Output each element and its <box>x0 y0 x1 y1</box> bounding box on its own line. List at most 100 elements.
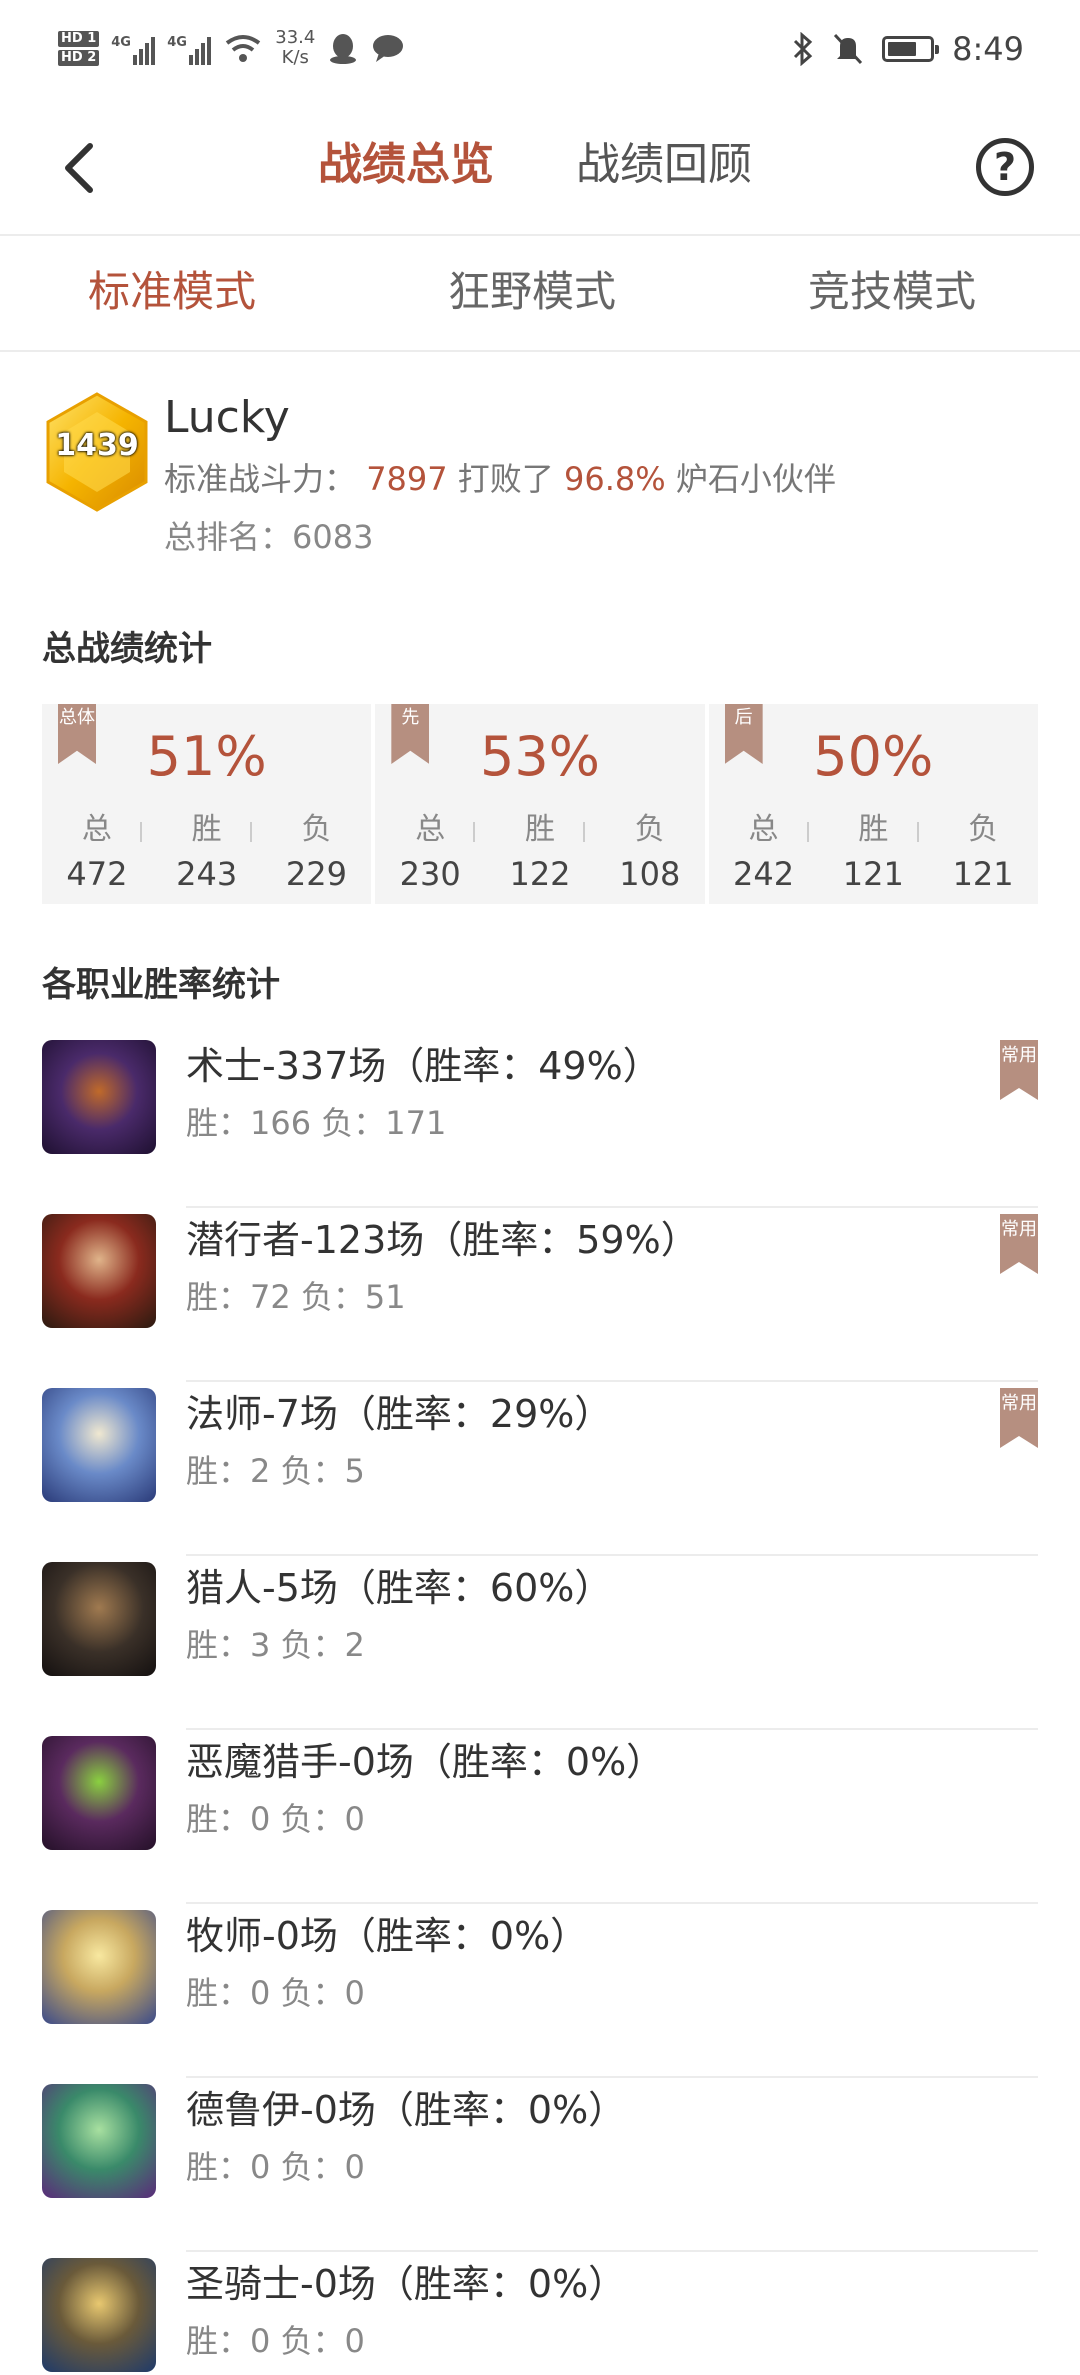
mage-avatar <box>42 1388 156 1502</box>
value-loss: 121 <box>952 855 1014 893</box>
battery-icon <box>882 36 940 62</box>
class-title: 法师-7场（胜率：29%） <box>186 1392 613 1436</box>
frequent-badge: 常用 <box>1000 1388 1038 1448</box>
value-win: 243 <box>176 855 238 893</box>
class-stats-title: 各职业胜率统计 <box>42 965 280 1005</box>
profile-section: 1439 Lucky 标准战斗力： 7897 打败了 96.8% 炉石小伙伴 总… <box>42 390 1042 570</box>
demon-hunter-avatar <box>42 1736 156 1850</box>
value-win: 122 <box>509 855 571 893</box>
value-total: 472 <box>66 855 128 893</box>
hd-indicator: HD 1 HD 2 <box>58 30 100 66</box>
value-loss: 229 <box>285 855 347 893</box>
beat-suffix: 炉石小伙伴 <box>675 460 836 498</box>
help-icon[interactable]: ? <box>976 138 1034 196</box>
class-detail: 胜：0 负：0 <box>186 2322 365 2360</box>
value-total: 242 <box>733 855 795 893</box>
network-type-1: 4G <box>111 35 131 50</box>
class-list: 术士-337场（胜率：49%） 胜：166 负：171 常用 潜行者-123场（… <box>42 1034 1038 2375</box>
class-item-priest[interactable]: 牧师-0场（胜率：0%） 胜：0 负：0 <box>42 1904 1038 2078</box>
mode-tabs: 标准模式 狂野模式 竞技模式 <box>0 238 1080 352</box>
class-title: 猎人-5场（胜率：60%） <box>186 1566 613 1610</box>
win-rate: 53% <box>479 725 600 788</box>
stat-card-first: 先 53% 总 胜 负 230 122 108 <box>375 704 705 904</box>
power-label: 标准战斗力： <box>164 460 357 498</box>
class-detail: 胜：72 负：51 <box>186 1278 406 1316</box>
frequent-badge: 常用 <box>1000 1040 1038 1100</box>
class-item-hunter[interactable]: 猎人-5场（胜率：60%） 胜：3 负：2 <box>42 1556 1038 1730</box>
clock: 8:49 <box>952 30 1024 68</box>
class-detail: 胜：0 负：0 <box>186 1800 365 1838</box>
tab-wild-mode[interactable]: 狂野模式 <box>448 262 616 322</box>
beat-label: 打败了 <box>457 460 554 498</box>
class-item-rogue[interactable]: 潜行者-123场（胜率：59%） 胜：72 负：51 常用 <box>42 1208 1038 1382</box>
label-total: 总 <box>748 812 779 847</box>
label-win: 胜 <box>858 812 889 847</box>
paladin-avatar <box>42 2258 156 2372</box>
total-rank-label: 总排名： <box>164 518 293 556</box>
stat-card-overall: 总体 51% 总 胜 负 472 243 229 <box>42 704 372 904</box>
label-loss: 负 <box>301 812 332 847</box>
total-rank: 总排名：6083 <box>164 514 373 560</box>
hunter-avatar <box>42 1562 156 1676</box>
mute-icon <box>834 33 863 65</box>
class-title: 圣骑士-0场（胜率：0%） <box>186 2262 627 2306</box>
tab-review[interactable]: 战绩回顾 <box>576 130 752 200</box>
tab-arena-mode[interactable]: 竞技模式 <box>808 262 976 322</box>
power-value: 7897 <box>366 460 448 498</box>
priest-avatar <box>42 1910 156 2024</box>
class-detail: 胜：3 负：2 <box>186 1626 365 1664</box>
overall-stats-title: 总战绩统计 <box>42 629 212 669</box>
wifi-icon <box>226 35 261 62</box>
player-name: Lucky <box>164 392 290 443</box>
speed-value: 33.4 <box>275 27 316 48</box>
class-detail: 胜：0 负：0 <box>186 1974 365 2012</box>
class-item-demon-hunter[interactable]: 恶魔猎手-0场（胜率：0%） 胜：0 负：0 <box>42 1730 1038 1904</box>
label-win: 胜 <box>525 812 555 847</box>
label-loss: 负 <box>968 812 999 847</box>
class-title: 德鲁伊-0场（胜率：0%） <box>186 2088 627 2132</box>
class-detail: 胜：166 负：171 <box>186 1104 447 1142</box>
label-loss: 负 <box>634 812 665 847</box>
warlock-avatar <box>42 1040 156 1154</box>
network-type-2: 4G <box>167 35 187 50</box>
label-win: 胜 <box>191 812 222 847</box>
class-title: 潜行者-123场（胜率：59%） <box>186 1218 699 1262</box>
beat-value: 96.8% <box>563 460 666 498</box>
rogue-avatar <box>42 1214 156 1328</box>
value-win: 121 <box>842 855 904 893</box>
speed-unit: K/s <box>281 47 309 68</box>
class-detail: 胜：0 负：0 <box>186 2148 365 2186</box>
win-rate: 50% <box>813 725 934 788</box>
class-detail: 胜：2 负：5 <box>186 1452 365 1490</box>
class-title: 术士-337场（胜率：49%） <box>186 1044 661 1088</box>
back-icon[interactable] <box>56 140 102 196</box>
top-header: 战绩总览 战绩回顾 ? <box>0 100 1080 236</box>
class-item-warlock[interactable]: 术士-337场（胜率：49%） 胜：166 负：171 常用 <box>42 1034 1038 1208</box>
class-item-paladin[interactable]: 圣骑士-0场（胜率：0%） 胜：0 负：0 <box>42 2252 1038 2375</box>
value-loss: 108 <box>619 855 681 893</box>
hd1-label: HD 1 <box>58 30 100 47</box>
power-line: 标准战斗力： 7897 打败了 96.8% 炉石小伙伴 <box>164 456 836 502</box>
overall-stats-cards: 总体 51% 总 胜 负 472 243 229 先 53% 总 胜 负 230… <box>42 704 1038 904</box>
qq-icon <box>330 34 357 64</box>
label-total: 总 <box>415 812 446 847</box>
label-total: 总 <box>81 812 112 847</box>
class-item-mage[interactable]: 法师-7场（胜率：29%） 胜：2 负：5 常用 <box>42 1382 1038 1556</box>
signal-icon: 4G <box>111 31 156 65</box>
frequent-badge: 常用 <box>1000 1214 1038 1274</box>
hd2-label: HD 2 <box>58 49 100 66</box>
value-total: 230 <box>399 855 461 893</box>
network-speed: 33.4 K/s <box>275 28 315 68</box>
tab-standard-mode[interactable]: 标准模式 <box>88 262 256 322</box>
signal-icon-2: 4G <box>167 31 212 65</box>
status-bar: HD 1 HD 2 4G 4G 33.4 K/s 8:49 <box>0 0 1080 100</box>
stat-card-second: 后 50% 总 胜 负 242 121 121 <box>708 704 1038 904</box>
tab-overview[interactable]: 战绩总览 <box>318 130 494 200</box>
message-icon <box>373 35 404 62</box>
class-title: 牧师-0场（胜率：0%） <box>186 1914 589 1958</box>
druid-avatar <box>42 2084 156 2198</box>
bluetooth-icon <box>794 32 813 66</box>
win-rate: 51% <box>146 725 267 788</box>
class-item-druid[interactable]: 德鲁伊-0场（胜率：0%） 胜：0 负：0 <box>42 2078 1038 2252</box>
class-title: 恶魔猎手-0场（胜率：0%） <box>186 1740 665 1784</box>
